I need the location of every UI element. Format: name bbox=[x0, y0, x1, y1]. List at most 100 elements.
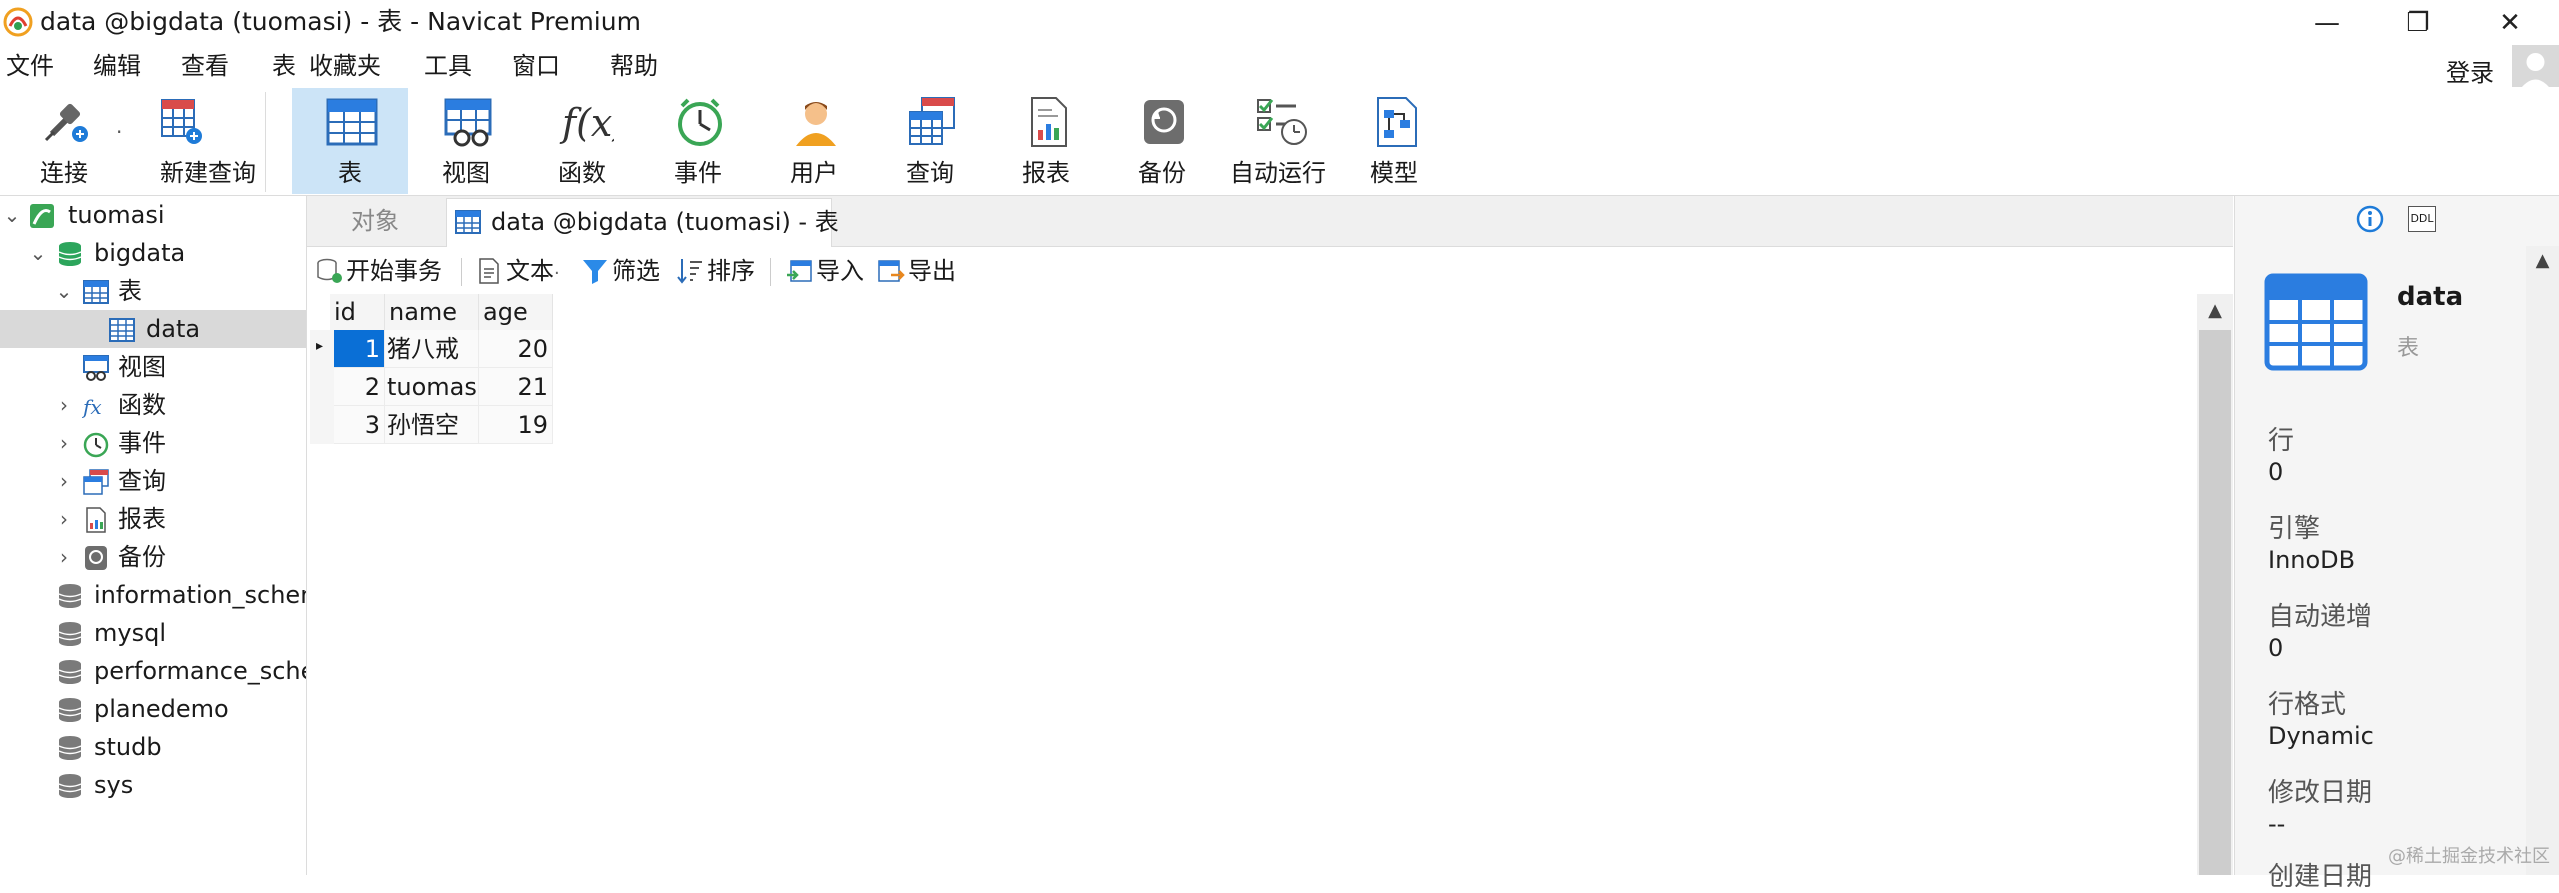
tree-backups-folder[interactable]: › 备份 bbox=[0, 538, 306, 576]
tree-table-data[interactable]: data bbox=[0, 310, 306, 348]
sort-button[interactable]: 排序 bbox=[675, 255, 755, 287]
cell-id[interactable]: 2 bbox=[334, 368, 385, 406]
tree-database-bigdata[interactable]: ⌄ bigdata bbox=[0, 234, 306, 272]
cell-age[interactable]: 19 bbox=[479, 406, 553, 444]
export-label: 导出 bbox=[908, 257, 956, 285]
view-button[interactable]: 视图 bbox=[408, 88, 524, 194]
user-button[interactable]: 用户 bbox=[756, 88, 872, 194]
text-view-button[interactable]: 文本· bbox=[474, 255, 560, 290]
table-icon bbox=[326, 98, 378, 146]
menu-favorites[interactable]: 收藏夹 bbox=[309, 50, 381, 82]
tree-database-information-schema[interactable]: information_schema bbox=[0, 576, 306, 614]
info-icon[interactable] bbox=[2355, 204, 2385, 234]
tree-reports-folder[interactable]: › 报表 bbox=[0, 500, 306, 538]
database-icon bbox=[58, 774, 82, 798]
cell-id[interactable]: 3 bbox=[334, 406, 385, 444]
begin-transaction-button[interactable]: 开始事务 bbox=[314, 255, 442, 287]
connect-dropdown-icon[interactable]: · bbox=[116, 120, 122, 144]
import-button[interactable]: 导入 bbox=[784, 255, 864, 287]
chevron-right-icon[interactable]: › bbox=[54, 424, 74, 462]
row-indicator[interactable] bbox=[310, 406, 334, 445]
cell-name[interactable]: 孙悟空 bbox=[385, 406, 479, 444]
info-scrollbar[interactable] bbox=[2526, 246, 2559, 875]
tree-database-planedemo[interactable]: planedemo bbox=[0, 690, 306, 728]
export-button[interactable]: 导出 bbox=[876, 255, 956, 287]
import-label: 导入 bbox=[816, 257, 864, 285]
ddl-icon[interactable]: DDL bbox=[2408, 206, 2436, 232]
backup-label: 备份 bbox=[1138, 159, 1186, 187]
chevron-right-icon[interactable]: › bbox=[54, 538, 74, 576]
tab-objects[interactable]: 对象 bbox=[307, 198, 443, 244]
connect-label: 连接 bbox=[40, 159, 88, 187]
database-transaction-icon bbox=[317, 258, 342, 283]
table-button[interactable]: 表 bbox=[292, 88, 408, 194]
menu-window[interactable]: 窗口 bbox=[512, 50, 560, 82]
report-icon bbox=[86, 507, 106, 533]
event-button[interactable]: 事件 bbox=[640, 88, 756, 194]
database-icon bbox=[58, 242, 82, 266]
toolbar-divider bbox=[265, 92, 266, 192]
tree-queries-folder[interactable]: › 查询 bbox=[0, 462, 306, 500]
chevron-right-icon[interactable]: › bbox=[54, 386, 74, 424]
tree-events-folder[interactable]: › 事件 bbox=[0, 424, 306, 462]
menu-table[interactable]: 表 bbox=[272, 50, 296, 82]
restore-button[interactable]: ❐ bbox=[2378, 0, 2458, 45]
minimize-button[interactable]: — bbox=[2287, 0, 2367, 45]
prop-value-modified: -- bbox=[2268, 810, 2286, 838]
filter-button[interactable]: 筛选 bbox=[580, 255, 660, 287]
chevron-right-icon[interactable]: › bbox=[54, 462, 74, 500]
tree-connection-tuomasi[interactable]: ⌄ tuomasi bbox=[0, 196, 306, 234]
chevron-down-icon[interactable]: ⌄ bbox=[54, 272, 74, 310]
row-indicator[interactable]: ▸ bbox=[310, 330, 334, 369]
close-button[interactable]: ✕ bbox=[2470, 0, 2550, 45]
tree-tables-folder[interactable]: ⌄ 表 bbox=[0, 272, 306, 310]
model-button[interactable]: 模型 bbox=[1336, 88, 1452, 194]
user-avatar-icon[interactable] bbox=[2512, 45, 2559, 92]
cell-name[interactable]: tuomasi bbox=[385, 368, 484, 406]
cell-age[interactable]: 21 bbox=[479, 368, 553, 406]
tree-database-performance-schema[interactable]: performance_schema bbox=[0, 652, 306, 690]
tab-data-table[interactable]: data @bigdata (tuomasi) - 表 bbox=[446, 198, 839, 247]
prop-label-auto-increment: 自动递增 bbox=[2268, 602, 2373, 632]
function-button[interactable]: f(x) 函数 bbox=[524, 88, 640, 194]
current-row-arrow-icon: ▸ bbox=[316, 338, 324, 354]
column-header-id[interactable]: id bbox=[330, 294, 385, 330]
report-label: 报表 bbox=[1022, 159, 1070, 187]
menu-tools[interactable]: 工具 bbox=[424, 50, 472, 82]
prop-value-row-format: Dynamic bbox=[2268, 722, 2374, 750]
scroll-up-icon[interactable]: ▲ bbox=[2526, 246, 2559, 276]
tree-views-folder[interactable]: 视图 bbox=[0, 348, 306, 386]
chevron-right-icon[interactable]: › bbox=[54, 500, 74, 538]
scroll-up-icon[interactable]: ▲ bbox=[2197, 296, 2233, 326]
text-dropdown-icon[interactable]: · bbox=[554, 263, 560, 284]
connect-button[interactable]: 连接 bbox=[6, 88, 122, 194]
tree-database-mysql[interactable]: mysql bbox=[0, 614, 306, 652]
report-button[interactable]: 报表 bbox=[988, 88, 1104, 194]
cell-age[interactable]: 20 bbox=[479, 330, 553, 368]
tree-database-sys[interactable]: sys bbox=[0, 766, 306, 804]
object-tree: ⌄ tuomasi ⌄ bigdata ⌄ 表 data 视图 › fx 函数 … bbox=[0, 196, 307, 875]
chevron-down-icon[interactable]: ⌄ bbox=[2, 196, 22, 234]
cell-name[interactable]: 猪八戒 bbox=[385, 330, 479, 368]
tree-label: tuomasi bbox=[68, 201, 165, 229]
menu-edit[interactable]: 编辑 bbox=[93, 50, 141, 82]
column-header-age[interactable]: age bbox=[479, 294, 553, 330]
tree-functions-folder[interactable]: › fx 函数 bbox=[0, 386, 306, 424]
login-link[interactable]: 登录 bbox=[2446, 53, 2494, 88]
menu-help[interactable]: 帮助 bbox=[610, 50, 658, 82]
prop-label-rows: 行 bbox=[2268, 426, 2295, 456]
backup-button[interactable]: 备份 bbox=[1104, 88, 1220, 194]
clock-icon bbox=[678, 98, 722, 146]
row-indicator[interactable] bbox=[310, 368, 334, 407]
query-button[interactable]: 查询 bbox=[872, 88, 988, 194]
menu-view[interactable]: 查看 bbox=[181, 50, 229, 82]
menu-file[interactable]: 文件 bbox=[6, 50, 54, 82]
column-header-name[interactable]: name bbox=[385, 294, 479, 330]
cell-id[interactable]: 1 bbox=[334, 330, 385, 368]
chevron-down-icon[interactable]: ⌄ bbox=[28, 234, 48, 272]
tree-database-studb[interactable]: studb bbox=[0, 728, 306, 766]
automation-button[interactable]: 自动运行 bbox=[1220, 88, 1336, 194]
new-query-button[interactable]: 新建查询 bbox=[138, 88, 278, 194]
grid-scrollbar-thumb[interactable] bbox=[2199, 330, 2231, 875]
export-icon bbox=[878, 260, 905, 282]
